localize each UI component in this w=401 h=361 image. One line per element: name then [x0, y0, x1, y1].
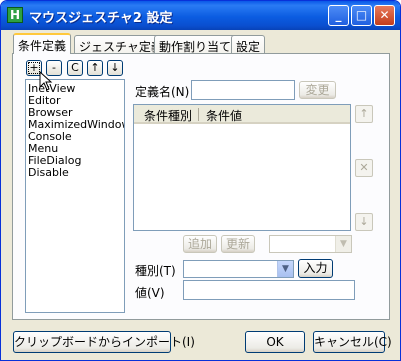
tab-conditions[interactable]: 条件定義 [13, 33, 72, 54]
column-header-condition-type[interactable]: 条件種別 [144, 107, 192, 124]
add-row-button[interactable]: 追加 [183, 235, 217, 253]
conditions-list[interactable]: InetView Editor Browser MaximizedWindow … [25, 79, 125, 313]
table-header: 条件種別 条件値 [134, 105, 350, 124]
mouse-cursor-icon [39, 71, 53, 91]
column-divider [198, 108, 199, 121]
move-down-button[interactable]: ↓ [107, 60, 123, 76]
definition-name-input[interactable] [191, 80, 295, 100]
cancel-button[interactable]: キャンセル(C) [313, 331, 392, 353]
app-icon: H [7, 7, 23, 23]
chevron-down-icon[interactable]: ▼ [335, 236, 351, 252]
row-delete-button[interactable]: ✕ [355, 159, 373, 177]
window-title: マウスジェスチャ2 設定 [29, 11, 173, 26]
change-button[interactable]: 変更 [299, 81, 336, 99]
value-input[interactable] [183, 280, 355, 300]
tab-action-assignment[interactable]: 動作割り当て [154, 35, 237, 54]
definition-name-label: 定義名(N) [135, 85, 190, 99]
update-row-button[interactable]: 更新 [221, 235, 255, 253]
input-button[interactable]: 入力 [298, 259, 333, 278]
row-value-combo[interactable]: ▼ [269, 235, 352, 253]
tab-settings[interactable]: 設定 [231, 35, 266, 54]
maximize-button[interactable]: □ [351, 5, 372, 26]
close-button[interactable]: ✕ [374, 5, 395, 26]
list-item[interactable]: Disable [26, 167, 124, 179]
conditions-table[interactable]: 条件種別 条件値 [133, 104, 351, 231]
kind-select[interactable]: ▼ [183, 260, 294, 278]
chevron-down-icon[interactable]: ▼ [277, 261, 293, 277]
value-label: 値(V) [135, 286, 165, 300]
row-up-button[interactable]: ↑ [355, 105, 373, 123]
row-down-button[interactable]: ↓ [355, 213, 373, 231]
column-header-condition-value[interactable]: 条件値 [206, 107, 242, 124]
ok-button[interactable]: OK [245, 331, 305, 353]
settings-window: H マウスジェスチャ2 設定 _ □ ✕ 条件定義 ジェスチャ定義 動作割り当て… [0, 0, 401, 361]
kind-label: 種別(T) [135, 264, 176, 278]
move-up-button[interactable]: ↑ [87, 60, 103, 76]
copy-condition-button[interactable]: C [67, 60, 83, 76]
minimize-button[interactable]: _ [328, 5, 349, 26]
title-bar[interactable]: H マウスジェスチャ2 設定 _ □ ✕ [1, 1, 400, 30]
import-from-clipboard-button[interactable]: クリップボードからインポート(I) [13, 331, 195, 353]
